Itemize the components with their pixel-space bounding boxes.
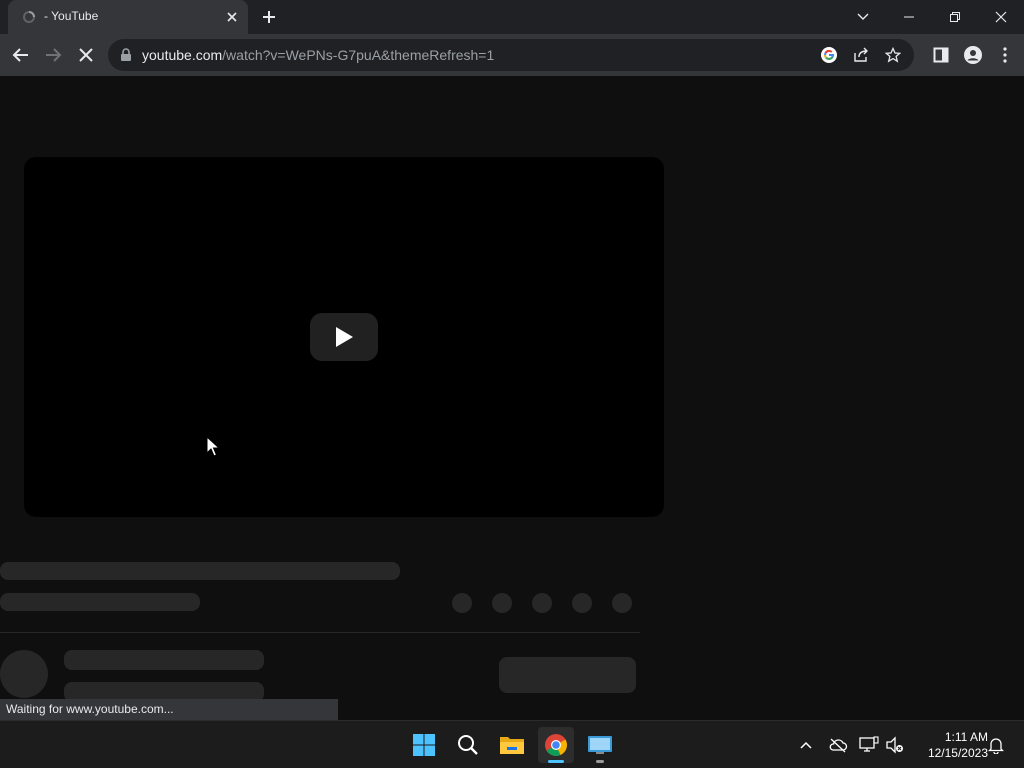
- folder-icon: [500, 737, 524, 754]
- arrow-left-icon: [12, 48, 28, 62]
- title-placeholder: [0, 562, 400, 580]
- network-tray-button[interactable]: [857, 733, 881, 757]
- notifications-button[interactable]: [984, 733, 1008, 757]
- url-domain: youtube.com: [142, 47, 223, 63]
- star-icon: [885, 47, 901, 63]
- bookmark-button[interactable]: [882, 45, 904, 65]
- side-panel-icon: [933, 47, 949, 63]
- volume-muted-icon: [886, 736, 903, 754]
- remote-desktop-button[interactable]: [582, 727, 618, 763]
- action-placeholder: [492, 593, 512, 613]
- side-panel-button[interactable]: [930, 44, 952, 66]
- network-icon: [859, 736, 879, 752]
- menu-button[interactable]: [994, 44, 1016, 66]
- new-tab-icon[interactable]: [258, 6, 280, 28]
- forward-button[interactable]: [42, 44, 64, 66]
- onedrive-tray-button[interactable]: [826, 733, 850, 757]
- profile-button[interactable]: [962, 44, 984, 66]
- google-lens-button[interactable]: [818, 45, 840, 65]
- close-window-button[interactable]: [978, 0, 1024, 34]
- stop-icon: [79, 48, 93, 62]
- browser-tab[interactable]: - YouTube: [8, 0, 248, 34]
- browser-toolbar: youtube.com/watch?v=WePNs-G7puA&themeRef…: [0, 34, 1024, 76]
- youtube-page: [0, 76, 1024, 720]
- clock-date: 12/15/2023: [927, 746, 988, 760]
- lock-icon[interactable]: [120, 48, 132, 62]
- bell-icon: [988, 738, 1004, 754]
- back-button[interactable]: [10, 44, 32, 66]
- active-app-indicator: [548, 760, 564, 763]
- tab-close-icon[interactable]: [224, 9, 240, 25]
- channel-name-placeholder: [64, 650, 264, 670]
- start-button[interactable]: [406, 727, 442, 763]
- subtitle-placeholder: [0, 593, 200, 611]
- mouse-cursor-icon: [206, 436, 220, 457]
- play-icon: [336, 327, 353, 347]
- video-player[interactable]: [24, 157, 664, 517]
- windows-taskbar: 1:11 AM 12/15/2023: [0, 720, 1024, 768]
- restore-icon: [950, 12, 960, 22]
- arrow-right-icon: [46, 48, 62, 62]
- chrome-icon: [545, 734, 567, 756]
- volume-tray-button[interactable]: [883, 733, 907, 757]
- action-placeholder: [452, 593, 472, 613]
- chevron-down-icon: [857, 13, 869, 20]
- chevron-up-icon: [800, 741, 812, 749]
- clock-time: 1:11 AM: [944, 730, 988, 744]
- taskbar-search-button[interactable]: [450, 727, 486, 763]
- browser-status-bubble: Waiting for www.youtube.com...: [0, 699, 338, 720]
- remote-desktop-icon: [588, 736, 612, 754]
- tab-search-button[interactable]: [852, 6, 874, 28]
- share-button[interactable]: [850, 45, 872, 65]
- toolbar-right: [930, 44, 1016, 66]
- url-text[interactable]: youtube.com/watch?v=WePNs-G7puA&themeRef…: [142, 47, 494, 63]
- clock[interactable]: 1:11 AM 12/15/2023: [912, 729, 988, 761]
- close-icon: [995, 11, 1007, 23]
- action-placeholder: [572, 593, 592, 613]
- address-bar[interactable]: youtube.com/watch?v=WePNs-G7puA&themeRef…: [108, 39, 914, 71]
- stop-loading-button[interactable]: [75, 44, 97, 66]
- omnibox-actions: [818, 45, 904, 65]
- chrome-taskbar-button[interactable]: [538, 727, 574, 763]
- avatar-placeholder: [0, 650, 48, 698]
- play-button[interactable]: [310, 313, 378, 361]
- browser-titlebar: - YouTube: [0, 0, 1024, 34]
- minimize-icon: [904, 16, 914, 18]
- running-app-indicator: [596, 760, 604, 763]
- show-hidden-icons-button[interactable]: [794, 733, 818, 757]
- minimize-button[interactable]: [886, 0, 932, 34]
- section-divider: [0, 632, 640, 633]
- url-path: /watch?v=WePNs-G7puA&themeRefresh=1: [222, 47, 495, 63]
- google-g-icon: [821, 47, 837, 63]
- cloud-offline-icon: [829, 738, 848, 753]
- kebab-menu-icon: [1003, 47, 1007, 63]
- tab-title: - YouTube: [44, 9, 99, 23]
- profile-icon: [964, 46, 982, 64]
- action-placeholder: [532, 593, 552, 613]
- loading-favicon-icon: [23, 11, 35, 23]
- search-icon: [458, 735, 478, 755]
- window-controls: [886, 0, 1024, 34]
- share-icon: [854, 47, 868, 62]
- subscribe-placeholder: [499, 657, 636, 693]
- action-placeholder: [612, 593, 632, 613]
- file-explorer-button[interactable]: [494, 727, 530, 763]
- windows-start-icon: [413, 734, 435, 756]
- restore-button[interactable]: [932, 0, 978, 34]
